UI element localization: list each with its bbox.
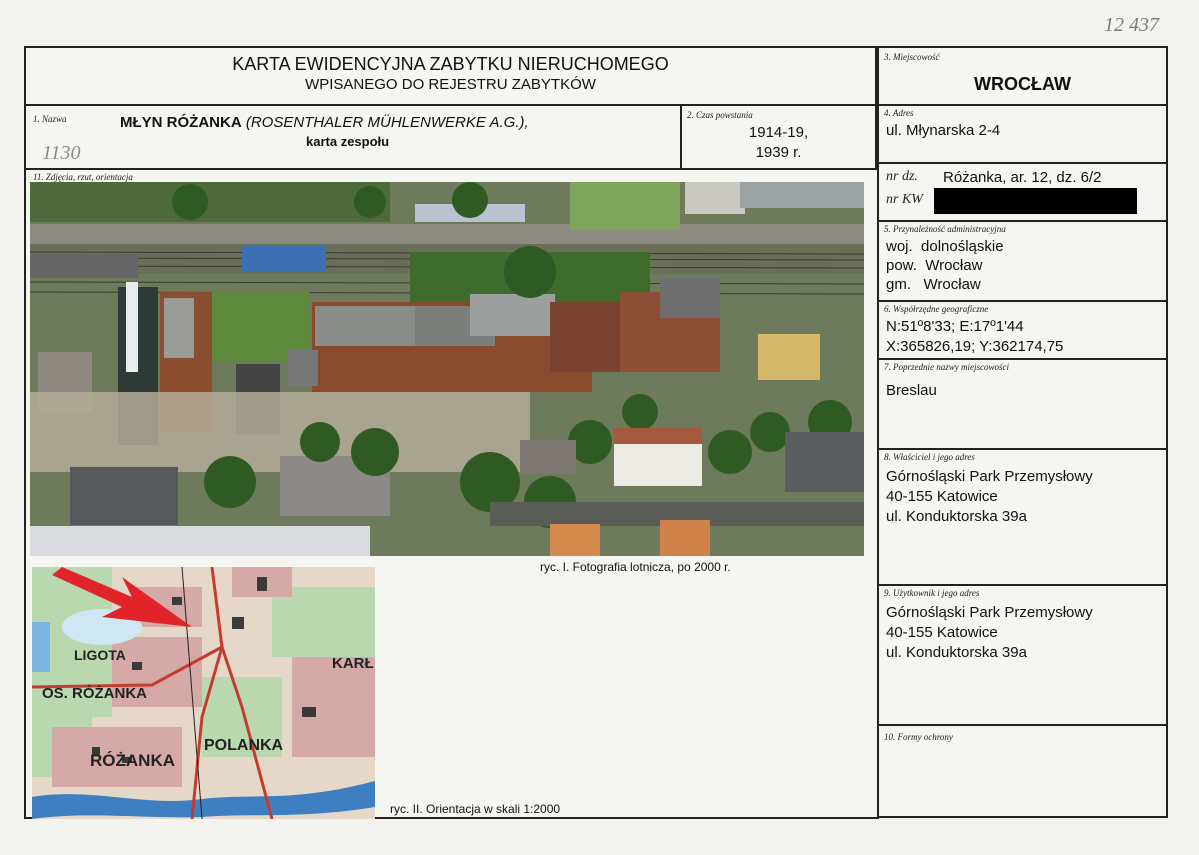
aerial-photo-drawing <box>30 182 864 556</box>
photo-caption: ryc. I. Fotografia lotnicza, po 2000 r. <box>540 560 731 574</box>
przynaleznosc-box: 5. Przynależność administracyjna woj. do… <box>877 220 1168 302</box>
nazwa-box: 1. Nazwa MŁYN RÓŻANKA (ROSENTHALER MÜHLE… <box>24 104 682 170</box>
wlasciciel-line2: 40-155 Katowice <box>886 488 998 505</box>
pow-value: pow. Wrocław <box>886 257 983 274</box>
formy-label: 10. Formy ochrony <box>884 732 953 742</box>
zdjecia-label: 11. Zdjęcia, rzut, orientacja <box>33 172 133 182</box>
woj-value: woj. dolnośląskie <box>886 238 1004 255</box>
title-box: KARTA EWIDENCYJNA ZABYTKU NIERUCHOMEGO W… <box>24 46 877 106</box>
map-label-ligota: LIGOTA <box>74 647 126 663</box>
adres-label: 4. Adres <box>884 108 914 118</box>
nr-dz-label: nr dz. <box>886 169 918 184</box>
map-caption: ryc. II. Orientacja w skali 1:2000 <box>390 802 561 816</box>
map-label-rozanka: RÓŻANKA <box>90 751 175 770</box>
orientation-map: LIGOTA OS. RÓŻANKA RÓŻANKA POLANKA KARŁ <box>32 567 375 819</box>
map-label-os-rozanka: OS. RÓŻANKA <box>42 685 147 702</box>
nazwa-subtitle: karta zespołu <box>306 134 390 149</box>
nr-kw-redaction <box>934 188 1137 214</box>
wlasciciel-box: 8. Właściciel i jego adres Górnośląski P… <box>877 448 1168 586</box>
wspolrzedne-label: 6. Współrzędne geograficzne <box>884 304 989 314</box>
wspolrzedne-line1: N:51º8'33; E:17º1'44 <box>886 318 1024 335</box>
nazwa-bold: MŁYN RÓŻANKA <box>120 114 242 131</box>
card-title: KARTA EWIDENCYJNA ZABYTKU NIERUCHOMEGO <box>232 54 669 74</box>
adres-value: ul. Młynarska 2-4 <box>886 122 1001 139</box>
wlasciciel-label: 8. Właściciel i jego adres <box>884 452 975 462</box>
nazwa-value: MŁYN RÓŻANKA (ROSENTHALER MÜHLENWERKE A.… <box>120 114 529 131</box>
uzytkownik-box: 9. Użytkownik i jego adres Górnośląski P… <box>877 584 1168 726</box>
poprzednie-box: 7. Poprzednie nazwy miejscowości Breslau <box>877 358 1168 450</box>
adres-box: 4. Adres ul. Młynarska 2-4 nr dz. Różank… <box>877 104 1168 222</box>
uzytkownik-line3: ul. Konduktorska 39a <box>886 644 1027 661</box>
nr-dz-value: Różanka, ar. 12, dz. 6/2 <box>943 169 1102 186</box>
czas-line2: 1939 r. <box>755 144 802 161</box>
adres-divider <box>879 162 1166 164</box>
wspolrzedne-box: 6. Współrzędne geograficzne N:51º8'33; E… <box>877 300 1168 360</box>
wspolrzedne-line2: X:365826,19; Y:362174,75 <box>886 338 1064 355</box>
corner-number: 12 437 <box>1104 14 1159 36</box>
formy-box: 10. Formy ochrony <box>877 724 1168 818</box>
nazwa-italic: (ROSENTHALER MÜHLENWERKE A.G.), <box>245 114 529 131</box>
wlasciciel-line1: Górnośląski Park Przemysłowy <box>886 468 1093 485</box>
nr-kw-label: nr KW <box>886 192 923 207</box>
map-label-karl: KARŁ <box>332 655 374 672</box>
gm-value: gm. Wrocław <box>886 276 981 293</box>
nazwa-hand-note: 1130 <box>42 142 81 164</box>
map-label-polanka: POLANKA <box>204 737 284 754</box>
miejscowosc-label: 3. Miejscowość <box>884 52 940 62</box>
aerial-photo <box>30 182 864 556</box>
wlasciciel-line3: ul. Konduktorska 39a <box>886 508 1027 525</box>
uzytkownik-line1: Górnośląski Park Przemysłowy <box>886 604 1093 621</box>
uzytkownik-label: 9. Użytkownik i jego adres <box>884 588 980 598</box>
miejscowosc-value: WROCŁAW <box>974 74 1071 94</box>
nazwa-label: 1. Nazwa <box>33 114 67 124</box>
czas-box: 2. Czas powstania 1914-19, 1939 r. <box>680 104 877 170</box>
czas-label: 2. Czas powstania <box>687 110 753 120</box>
poprzednie-label: 7. Poprzednie nazwy miejscowości <box>884 362 1009 372</box>
czas-line1: 1914-19, <box>748 124 809 141</box>
miejscowosc-box: 3. Miejscowość WROCŁAW <box>877 46 1168 106</box>
poprzednie-value: Breslau <box>886 382 937 399</box>
card-subtitle: WPISANEGO DO REJESTRU ZABYTKÓW <box>305 76 596 93</box>
uzytkownik-line2: 40-155 Katowice <box>886 624 998 641</box>
przynaleznosc-label: 5. Przynależność administracyjna <box>884 224 1006 234</box>
